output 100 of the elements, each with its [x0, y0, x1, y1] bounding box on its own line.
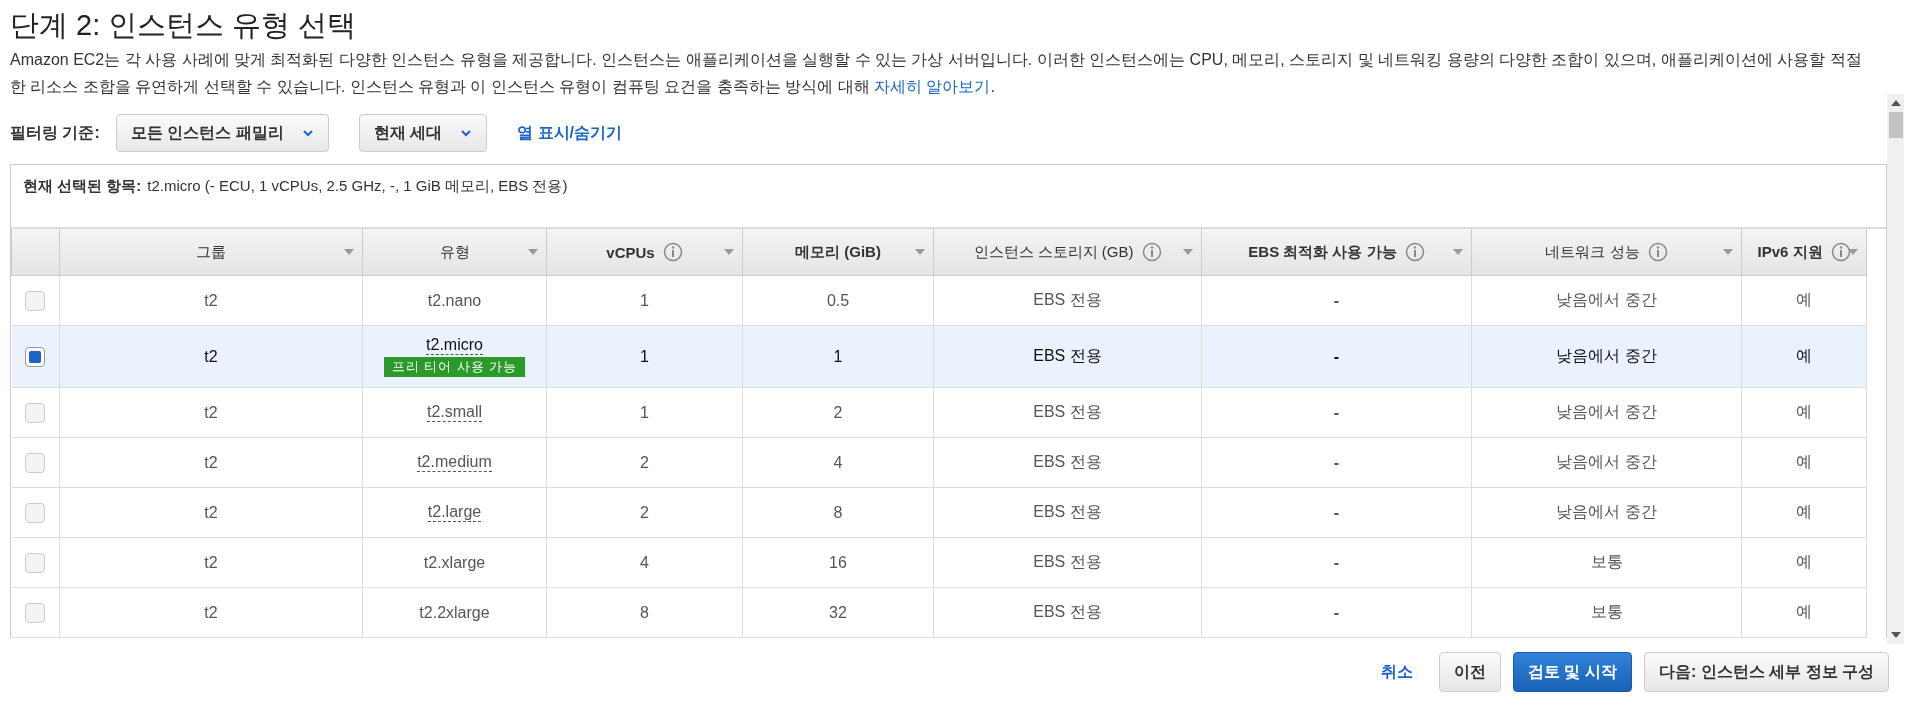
table-cell: 낮음에서 중간	[1556, 503, 1657, 520]
scrollbar-thumb[interactable]	[1888, 112, 1903, 138]
table-cell: 0.5	[826, 291, 850, 309]
show-hide-columns-link[interactable]: 열 표시/숨기기	[517, 122, 622, 144]
column-header[interactable]: 메모리 (GiB)	[742, 229, 934, 276]
table-cell: 예	[1796, 553, 1812, 570]
table-cell: 예	[1796, 347, 1812, 364]
instance-type: t2.large	[427, 503, 482, 522]
sort-caret-icon[interactable]	[344, 249, 354, 255]
table-cell: EBS 전용	[1033, 603, 1102, 620]
free-tier-badge: 프리 티어 사용 가능	[383, 357, 526, 377]
table-cell: 2	[640, 503, 649, 521]
table-cell: 예	[1796, 291, 1812, 308]
column-header[interactable]: 그룹	[59, 229, 363, 276]
row-checkbox[interactable]	[25, 402, 46, 423]
chevron-icon	[460, 129, 473, 137]
sort-caret-icon[interactable]	[1183, 249, 1193, 255]
sort-caret-icon[interactable]	[915, 249, 925, 255]
column-header[interactable]: vCPUs	[546, 229, 743, 276]
scroll-up-icon[interactable]	[1890, 100, 1901, 106]
table-cell: 낮음에서 중간	[1556, 403, 1657, 420]
table-cell: 1	[640, 347, 649, 365]
table-cell: 낮음에서 중간	[1556, 347, 1657, 364]
table-cell: -	[1333, 503, 1340, 521]
column-header[interactable]: 유형	[362, 229, 547, 276]
action-button[interactable]: 검토 및 시작	[1513, 652, 1632, 692]
sort-caret-icon[interactable]	[1453, 249, 1463, 255]
table-cell: 4	[640, 553, 649, 571]
filter-label: 필터링 기준:	[10, 122, 100, 143]
action-button[interactable]: 이전	[1439, 652, 1501, 692]
table-cell: EBS 전용	[1033, 503, 1102, 520]
table-cell: 예	[1796, 403, 1812, 420]
row-checkbox[interactable]	[25, 290, 46, 311]
table-cell: -	[1333, 603, 1340, 621]
info-icon[interactable]	[1141, 242, 1162, 262]
instance-type: t2.nano	[427, 291, 482, 310]
selection-label: 현재 선택된 항목:	[23, 177, 142, 196]
row-checkbox[interactable]	[25, 552, 46, 573]
column-header[interactable]: 네트워크 성능	[1471, 229, 1742, 276]
learn-more-link[interactable]: 자세히 알아보기	[874, 78, 991, 95]
selection-value: t2.micro (- ECU, 1 vCPUs, 2.5 GHz, -, 1 GiB 메모리, EBS 전용)	[147, 177, 568, 196]
sort-caret-icon[interactable]	[1848, 249, 1858, 255]
instance-type: t2.medium	[417, 453, 492, 472]
table-cell: 32	[829, 603, 847, 621]
cancel-link[interactable]: 취소	[1367, 652, 1427, 692]
page-title: 단계 2: 인스턴스 유형 선택	[10, 8, 358, 43]
table-cell: -	[1333, 403, 1340, 421]
info-icon[interactable]	[1647, 242, 1668, 262]
table-cell: 2	[640, 453, 649, 471]
sort-caret-icon[interactable]	[528, 249, 538, 255]
instance-type: t2.small	[426, 403, 483, 422]
table-cell: 보통	[1590, 603, 1623, 620]
table-cell: EBS 전용	[1033, 453, 1102, 470]
info-icon[interactable]	[1404, 242, 1425, 262]
table-cell: EBS 전용	[1033, 403, 1102, 420]
sort-caret-icon[interactable]	[724, 249, 734, 255]
table-cell: 낮음에서 중간	[1556, 453, 1657, 470]
column-header[interactable]: IPv6 지원	[1741, 229, 1867, 276]
row-checkbox[interactable]	[25, 346, 46, 367]
table-cell: 8	[833, 503, 843, 521]
column-header[interactable]: EBS 최적화 사용 가능	[1201, 229, 1472, 276]
instance-type: t2.micro	[426, 336, 483, 355]
table-cell: -	[1333, 553, 1340, 571]
table-cell: t2	[204, 291, 218, 309]
table-cell: 1	[640, 291, 649, 309]
table-cell: EBS 전용	[1033, 291, 1102, 308]
table-cell: -	[1333, 291, 1340, 309]
sort-caret-icon[interactable]	[1723, 249, 1733, 255]
table-cell: 예	[1796, 603, 1812, 620]
filter-dropdown[interactable]: 현재 세대	[358, 114, 488, 152]
table-cell: 보통	[1590, 553, 1623, 570]
table-cell: 낮음에서 중간	[1556, 291, 1657, 308]
table-cell: t2	[204, 603, 218, 621]
row-checkbox[interactable]	[25, 602, 46, 623]
row-checkbox[interactable]	[25, 452, 46, 473]
filter-dropdown[interactable]: 모든 인스턴스 패밀리	[115, 114, 329, 152]
table-cell: 예	[1796, 503, 1812, 520]
column-header[interactable]: 인스턴스 스토리지 (GB)	[933, 229, 1202, 276]
table-cell: t2	[204, 453, 218, 471]
table-cell: 16	[829, 553, 847, 571]
description: Amazon EC2는 각 사용 사례에 맞게 최적화된 다양한 인스턴스 유형을 제공합니다. 인스턴스는 애플리케이션을 실행할 수 있는 가상 서버입니다. 이러한 인스턴스에는 CPU, 메모리, 스토리지 및 네트워킹 용량의 다양한 조합이 있으며, 애플리케이션에 사용할 적절한 리소스 조합을 유연하게 선택할 수 있습니다. 인스턴스 유형과 이 인스턴스 유형이 컴퓨팅 요건을 충족하는 방식에 대해 자세히 알아보기.	[10, 50, 1863, 97]
table-cell: 1	[640, 403, 649, 421]
chevron-icon	[301, 129, 314, 137]
table-cell: t2	[204, 553, 218, 571]
info-icon[interactable]	[662, 242, 683, 262]
info-icon[interactable]	[1830, 242, 1851, 262]
table-cell: 8	[640, 603, 649, 621]
table-cell: 예	[1796, 453, 1812, 470]
table-cell: 4	[833, 453, 843, 471]
instance-type: t2.2xlarge	[419, 603, 490, 622]
scroll-down-icon[interactable]	[1890, 632, 1901, 638]
table-cell: -	[1333, 347, 1340, 365]
scrollbar[interactable]	[1887, 94, 1904, 644]
row-checkbox[interactable]	[25, 502, 46, 523]
table-cell: EBS 전용	[1033, 347, 1102, 364]
table-cell: 2	[833, 403, 843, 421]
table-cell: t2	[204, 347, 218, 365]
table-cell: t2	[204, 403, 218, 421]
action-button[interactable]: 다음: 인스턴스 세부 정보 구성	[1643, 652, 1889, 692]
table-cell: t2	[204, 503, 218, 521]
